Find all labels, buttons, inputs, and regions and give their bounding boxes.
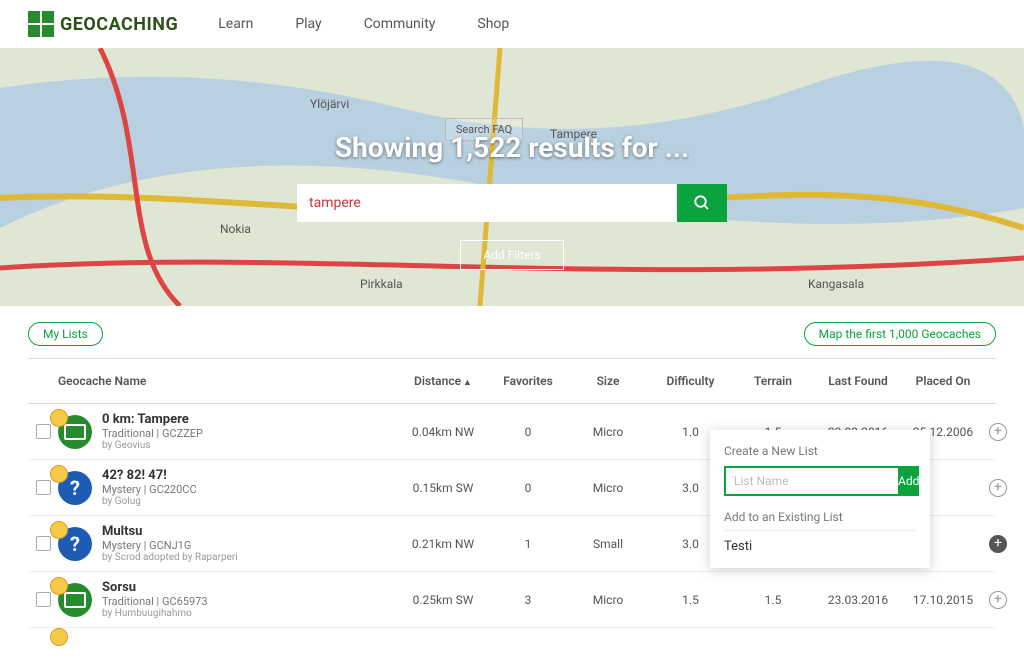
add-to-list-button[interactable]: + <box>989 535 1007 553</box>
cell-terrain: 1.5 <box>733 593 813 607</box>
traditional-cache-icon <box>58 415 92 449</box>
nav-learn[interactable]: Learn <box>218 16 253 32</box>
found-smiley-icon <box>50 521 68 539</box>
cell-size: Small <box>568 537 648 551</box>
search-input[interactable] <box>297 184 677 222</box>
row-checkbox[interactable] <box>36 480 51 495</box>
cell-distance: 0.15km SW <box>398 481 488 495</box>
cache-title[interactable]: Sorsu <box>102 580 208 595</box>
svg-text:Nokia: Nokia <box>220 222 251 236</box>
search-row <box>297 184 727 222</box>
col-terrain[interactable]: Terrain <box>733 374 813 388</box>
col-placed[interactable]: Placed On <box>903 374 983 388</box>
cache-subtitle: Traditional | GC65973 <box>102 595 208 608</box>
mystery-cache-icon: ? <box>58 527 92 561</box>
create-list-title: Create a New List <box>724 444 916 458</box>
existing-list-item[interactable]: Testi <box>724 539 916 554</box>
add-to-list-button[interactable]: + <box>989 423 1007 441</box>
row-checkbox[interactable] <box>36 424 51 439</box>
svg-text:Ylöjärvi: Ylöjärvi <box>310 97 349 111</box>
col-distance[interactable]: Distance▲ <box>398 374 488 388</box>
nav-shop[interactable]: Shop <box>477 16 509 32</box>
cache-subtitle: Traditional | GCZZEP <box>102 427 203 440</box>
logo-icon <box>28 11 54 37</box>
cell-placed: 17.10.2015 <box>903 593 983 607</box>
add-to-list-popover: Create a New List Add Add to an Existing… <box>710 430 930 568</box>
sort-asc-icon: ▲ <box>463 378 472 388</box>
col-lastfound[interactable]: Last Found <box>813 374 903 388</box>
found-smiley-icon <box>50 465 68 483</box>
hero-search-banner: Ylöjärvi Nokia Pirkkala Kangasala Tamper… <box>0 48 1024 306</box>
col-favorites[interactable]: Favorites <box>488 374 568 388</box>
found-smiley-icon <box>50 628 68 646</box>
main-nav: Learn Play Community Shop <box>218 16 509 32</box>
cell-size: Micro <box>568 425 648 439</box>
list-name-input[interactable] <box>724 466 898 496</box>
cell-distance: 0.25km SW <box>398 593 488 607</box>
cache-owner: by Geovius <box>102 440 203 451</box>
nav-community[interactable]: Community <box>364 16 436 32</box>
cache-subtitle: Mystery | GC220CC <box>102 483 197 496</box>
cell-favorites: 3 <box>488 593 568 607</box>
search-button[interactable] <box>677 184 727 222</box>
cell-favorites: 0 <box>488 425 568 439</box>
cache-title[interactable]: 0 km: Tampere <box>102 412 203 427</box>
main-header: GEOCACHING Learn Play Community Shop <box>0 0 1024 48</box>
logo[interactable]: GEOCACHING <box>28 11 178 37</box>
cache-title[interactable]: 42? 82! 47! <box>102 468 197 483</box>
existing-list-title: Add to an Existing List <box>724 510 916 531</box>
cell-size: Micro <box>568 481 648 495</box>
traditional-cache-icon <box>58 583 92 617</box>
partial-row <box>0 634 1024 668</box>
results-heading: Showing 1,522 results for ... <box>335 131 689 164</box>
col-difficulty[interactable]: Difficulty <box>648 374 733 388</box>
cache-owner: by Humbuugihahmo <box>102 608 208 619</box>
add-list-button[interactable]: Add <box>898 466 919 496</box>
row-checkbox[interactable] <box>36 592 51 607</box>
found-smiley-icon <box>50 577 68 595</box>
cell-favorites: 0 <box>488 481 568 495</box>
nav-play[interactable]: Play <box>295 16 321 32</box>
svg-text:Kangasala: Kangasala <box>808 277 864 291</box>
cache-title[interactable]: Multsu <box>102 524 238 539</box>
found-smiley-icon <box>50 409 68 427</box>
results-toolbar: My Lists Map the first 1,000 Geocaches <box>0 306 1024 358</box>
cache-subtitle: Mystery | GCNJ1G <box>102 539 238 552</box>
search-icon <box>693 194 711 212</box>
svg-text:Pirkkala: Pirkkala <box>360 277 403 291</box>
cell-distance: 0.04km NW <box>398 425 488 439</box>
cell-favorites: 1 <box>488 537 568 551</box>
table-header: Geocache Name Distance▲ Favorites Size D… <box>28 358 996 404</box>
row-checkbox[interactable] <box>36 536 51 551</box>
map-first-button[interactable]: Map the first 1,000 Geocaches <box>804 322 996 346</box>
cache-owner: by Golug <box>102 496 197 507</box>
col-size[interactable]: Size <box>568 374 648 388</box>
col-name[interactable]: Geocache Name <box>58 374 398 388</box>
table-row: Sorsu Traditional | GC65973 by Humbuugih… <box>28 572 996 628</box>
cache-owner: by Scrod adopted by Raparperi <box>102 552 238 563</box>
mystery-cache-icon: ? <box>58 471 92 505</box>
cell-size: Micro <box>568 593 648 607</box>
add-to-list-button[interactable]: + <box>989 479 1007 497</box>
cell-distance: 0.21km NW <box>398 537 488 551</box>
add-filters-button[interactable]: Add Filters <box>460 240 563 270</box>
add-to-list-button[interactable]: + <box>989 591 1007 609</box>
logo-text: GEOCACHING <box>60 14 178 35</box>
my-lists-button[interactable]: My Lists <box>28 322 103 346</box>
cell-lastfound: 23.03.2016 <box>813 593 903 607</box>
cell-difficulty: 1.5 <box>648 593 733 607</box>
